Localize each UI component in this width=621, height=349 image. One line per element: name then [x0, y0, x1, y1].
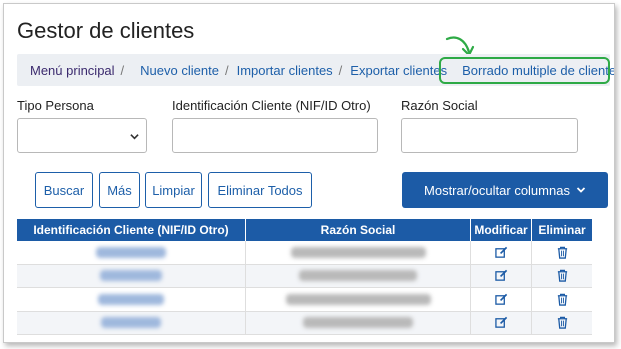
table-row — [17, 288, 592, 312]
breadcrumb-menu-principal[interactable]: Menú principal — [30, 63, 115, 78]
id-cell — [17, 241, 246, 264]
table-header: Identificación Cliente (NIF/ID Otro) Raz… — [17, 219, 592, 241]
redacted-name — [303, 317, 413, 329]
edit-icon[interactable] — [494, 293, 508, 306]
trash-icon[interactable] — [556, 293, 569, 306]
table-body — [17, 241, 592, 335]
razon-social-cell — [246, 241, 471, 264]
redacted-name — [299, 270, 417, 282]
eliminar-cell — [532, 241, 592, 264]
breadcrumb-separator: / — [224, 62, 229, 78]
table-row — [17, 311, 592, 335]
mostrar-ocultar-columnas-button[interactable]: Mostrar/ocultar columnas — [402, 172, 608, 208]
eliminar-cell — [532, 265, 592, 288]
column-header-identificacion[interactable]: Identificación Cliente (NIF/ID Otro) — [17, 219, 246, 241]
app-window: Gestor de clientes Menú principal / Nuev… — [3, 3, 615, 343]
column-header-razon-social[interactable]: Razón Social — [246, 219, 471, 241]
mostrar-ocultar-label: Mostrar/ocultar columnas — [424, 182, 570, 198]
identificacion-label: Identificación Cliente (NIF/ID Otro) — [172, 98, 371, 113]
redacted-id — [101, 317, 161, 329]
buscar-button[interactable]: Buscar — [35, 172, 93, 208]
edit-icon[interactable] — [494, 269, 508, 282]
tipo-persona-label: Tipo Persona — [17, 98, 94, 113]
razon-social-cell — [246, 288, 471, 311]
redacted-name — [290, 246, 426, 258]
page-title: Gestor de clientes — [17, 18, 195, 43]
table-row — [17, 241, 592, 265]
identificacion-input[interactable] — [172, 118, 378, 153]
modificar-cell — [471, 288, 532, 311]
mas-button[interactable]: Más — [99, 172, 140, 208]
id-cell — [17, 264, 246, 287]
id-cell — [17, 288, 246, 311]
razon-social-cell — [246, 311, 471, 334]
eliminar-cell — [532, 288, 592, 311]
clients-table: Identificación Cliente (NIF/ID Otro) Raz… — [17, 219, 592, 335]
modificar-cell — [471, 241, 532, 264]
redacted-id — [98, 293, 164, 305]
chevron-down-icon — [130, 134, 139, 140]
breadcrumb-separator: / — [120, 62, 125, 78]
eliminar-cell — [532, 312, 592, 335]
column-header-eliminar: Eliminar — [538, 223, 586, 237]
eliminar-todos-button[interactable]: Eliminar Todos — [208, 172, 312, 208]
redacted-id — [96, 246, 166, 258]
limpiar-button[interactable]: Limpiar — [145, 172, 202, 208]
edit-icon[interactable] — [494, 316, 508, 329]
razon-social-input[interactable] — [401, 118, 578, 153]
breadcrumb-nuevo-cliente[interactable]: Nuevo cliente — [140, 63, 219, 78]
razon-social-label: Razón Social — [401, 98, 478, 113]
breadcrumb-separator: / — [338, 62, 343, 78]
chevron-down-icon — [576, 187, 586, 193]
modificar-cell — [471, 264, 532, 287]
table-row — [17, 264, 592, 288]
redacted-name — [285, 293, 431, 305]
breadcrumb-exportar-clientes[interactable]: Exportar clientes — [350, 63, 447, 78]
redacted-id — [100, 270, 162, 282]
highlight-box — [439, 57, 610, 84]
trash-icon[interactable] — [556, 269, 569, 282]
edit-icon[interactable] — [494, 246, 508, 259]
id-cell — [17, 311, 246, 334]
trash-icon[interactable] — [556, 316, 569, 329]
modificar-cell — [471, 311, 532, 334]
tipo-persona-select[interactable] — [17, 118, 147, 153]
breadcrumb-importar-clientes[interactable]: Importar clientes — [237, 63, 333, 78]
razon-social-cell — [246, 264, 471, 287]
trash-icon[interactable] — [556, 246, 569, 259]
column-header-modificar: Modificar — [471, 219, 532, 241]
